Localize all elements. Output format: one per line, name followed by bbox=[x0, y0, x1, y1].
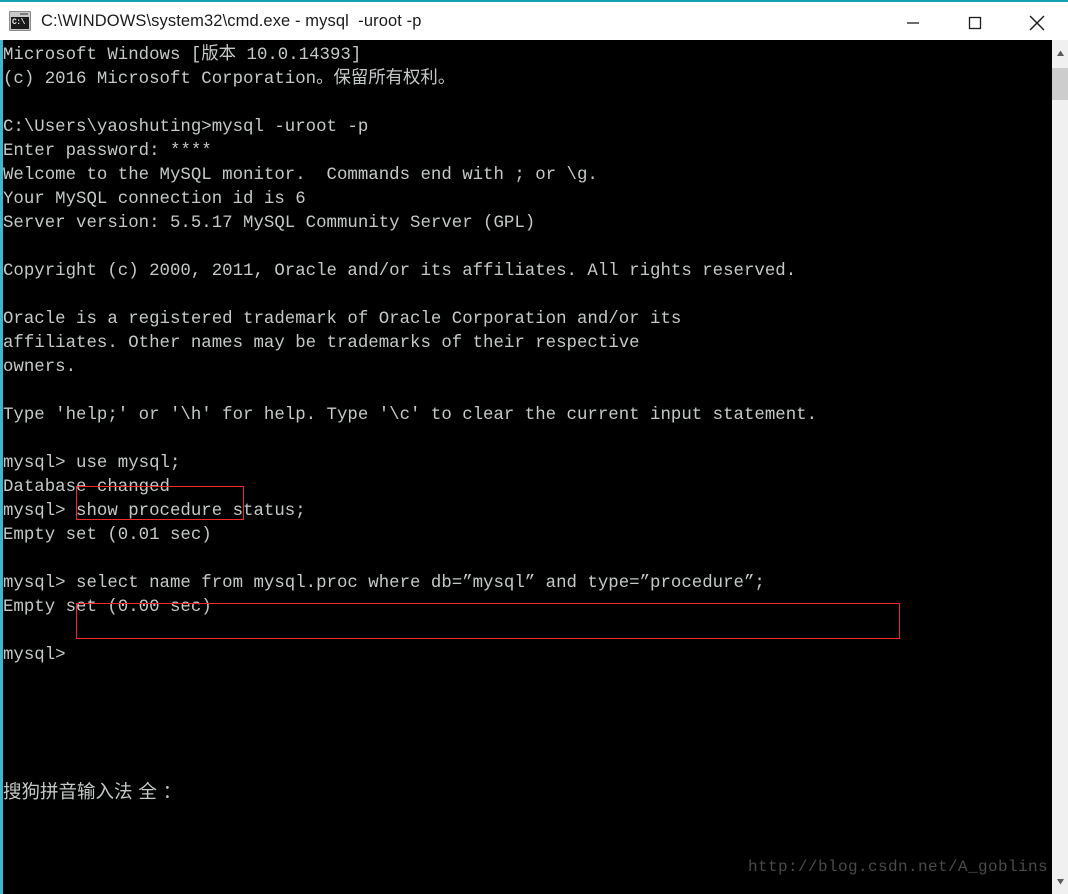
console-text: Microsoft Windows [版本 10.0.14393] (c) 20… bbox=[3, 46, 818, 665]
cmd-exe-icon[interactable]: C:\ bbox=[9, 11, 31, 31]
cmd-icon-screen: C:\ bbox=[11, 17, 29, 29]
scroll-up-button[interactable] bbox=[1052, 40, 1068, 66]
watermark: http://blog.csdn.net/A_goblins bbox=[747, 858, 1048, 876]
cmd-icon-titlebar-stripe bbox=[20, 13, 28, 15]
maximize-button[interactable] bbox=[944, 4, 1006, 42]
scroll-down-button[interactable] bbox=[1052, 868, 1068, 894]
ime-status-line: 搜狗拼音输入法 全 ： bbox=[3, 782, 182, 803]
close-button[interactable] bbox=[1006, 4, 1068, 42]
scroll-down-arrow-icon bbox=[1056, 878, 1064, 884]
scroll-thumb[interactable] bbox=[1052, 68, 1068, 100]
cmd-icon-prompt-text: C:\ bbox=[12, 18, 25, 27]
minimize-icon bbox=[907, 22, 919, 24]
cmd-window: C:\ C:\WINDOWS\system32\cmd.exe - mysql … bbox=[0, 0, 1068, 894]
close-icon bbox=[1029, 15, 1045, 31]
vertical-scrollbar[interactable] bbox=[1052, 40, 1068, 894]
scroll-up-arrow-icon bbox=[1056, 50, 1064, 56]
minimize-button[interactable] bbox=[882, 4, 944, 42]
title-bar[interactable]: C:\ C:\WINDOWS\system32\cmd.exe - mysql … bbox=[0, 0, 1068, 40]
window-controls bbox=[882, 4, 1068, 42]
maximize-icon bbox=[968, 16, 982, 30]
console-output-area[interactable]: Microsoft Windows [版本 10.0.14393] (c) 20… bbox=[3, 40, 1052, 894]
window-title: C:\WINDOWS\system32\cmd.exe - mysql -uro… bbox=[41, 11, 422, 30]
